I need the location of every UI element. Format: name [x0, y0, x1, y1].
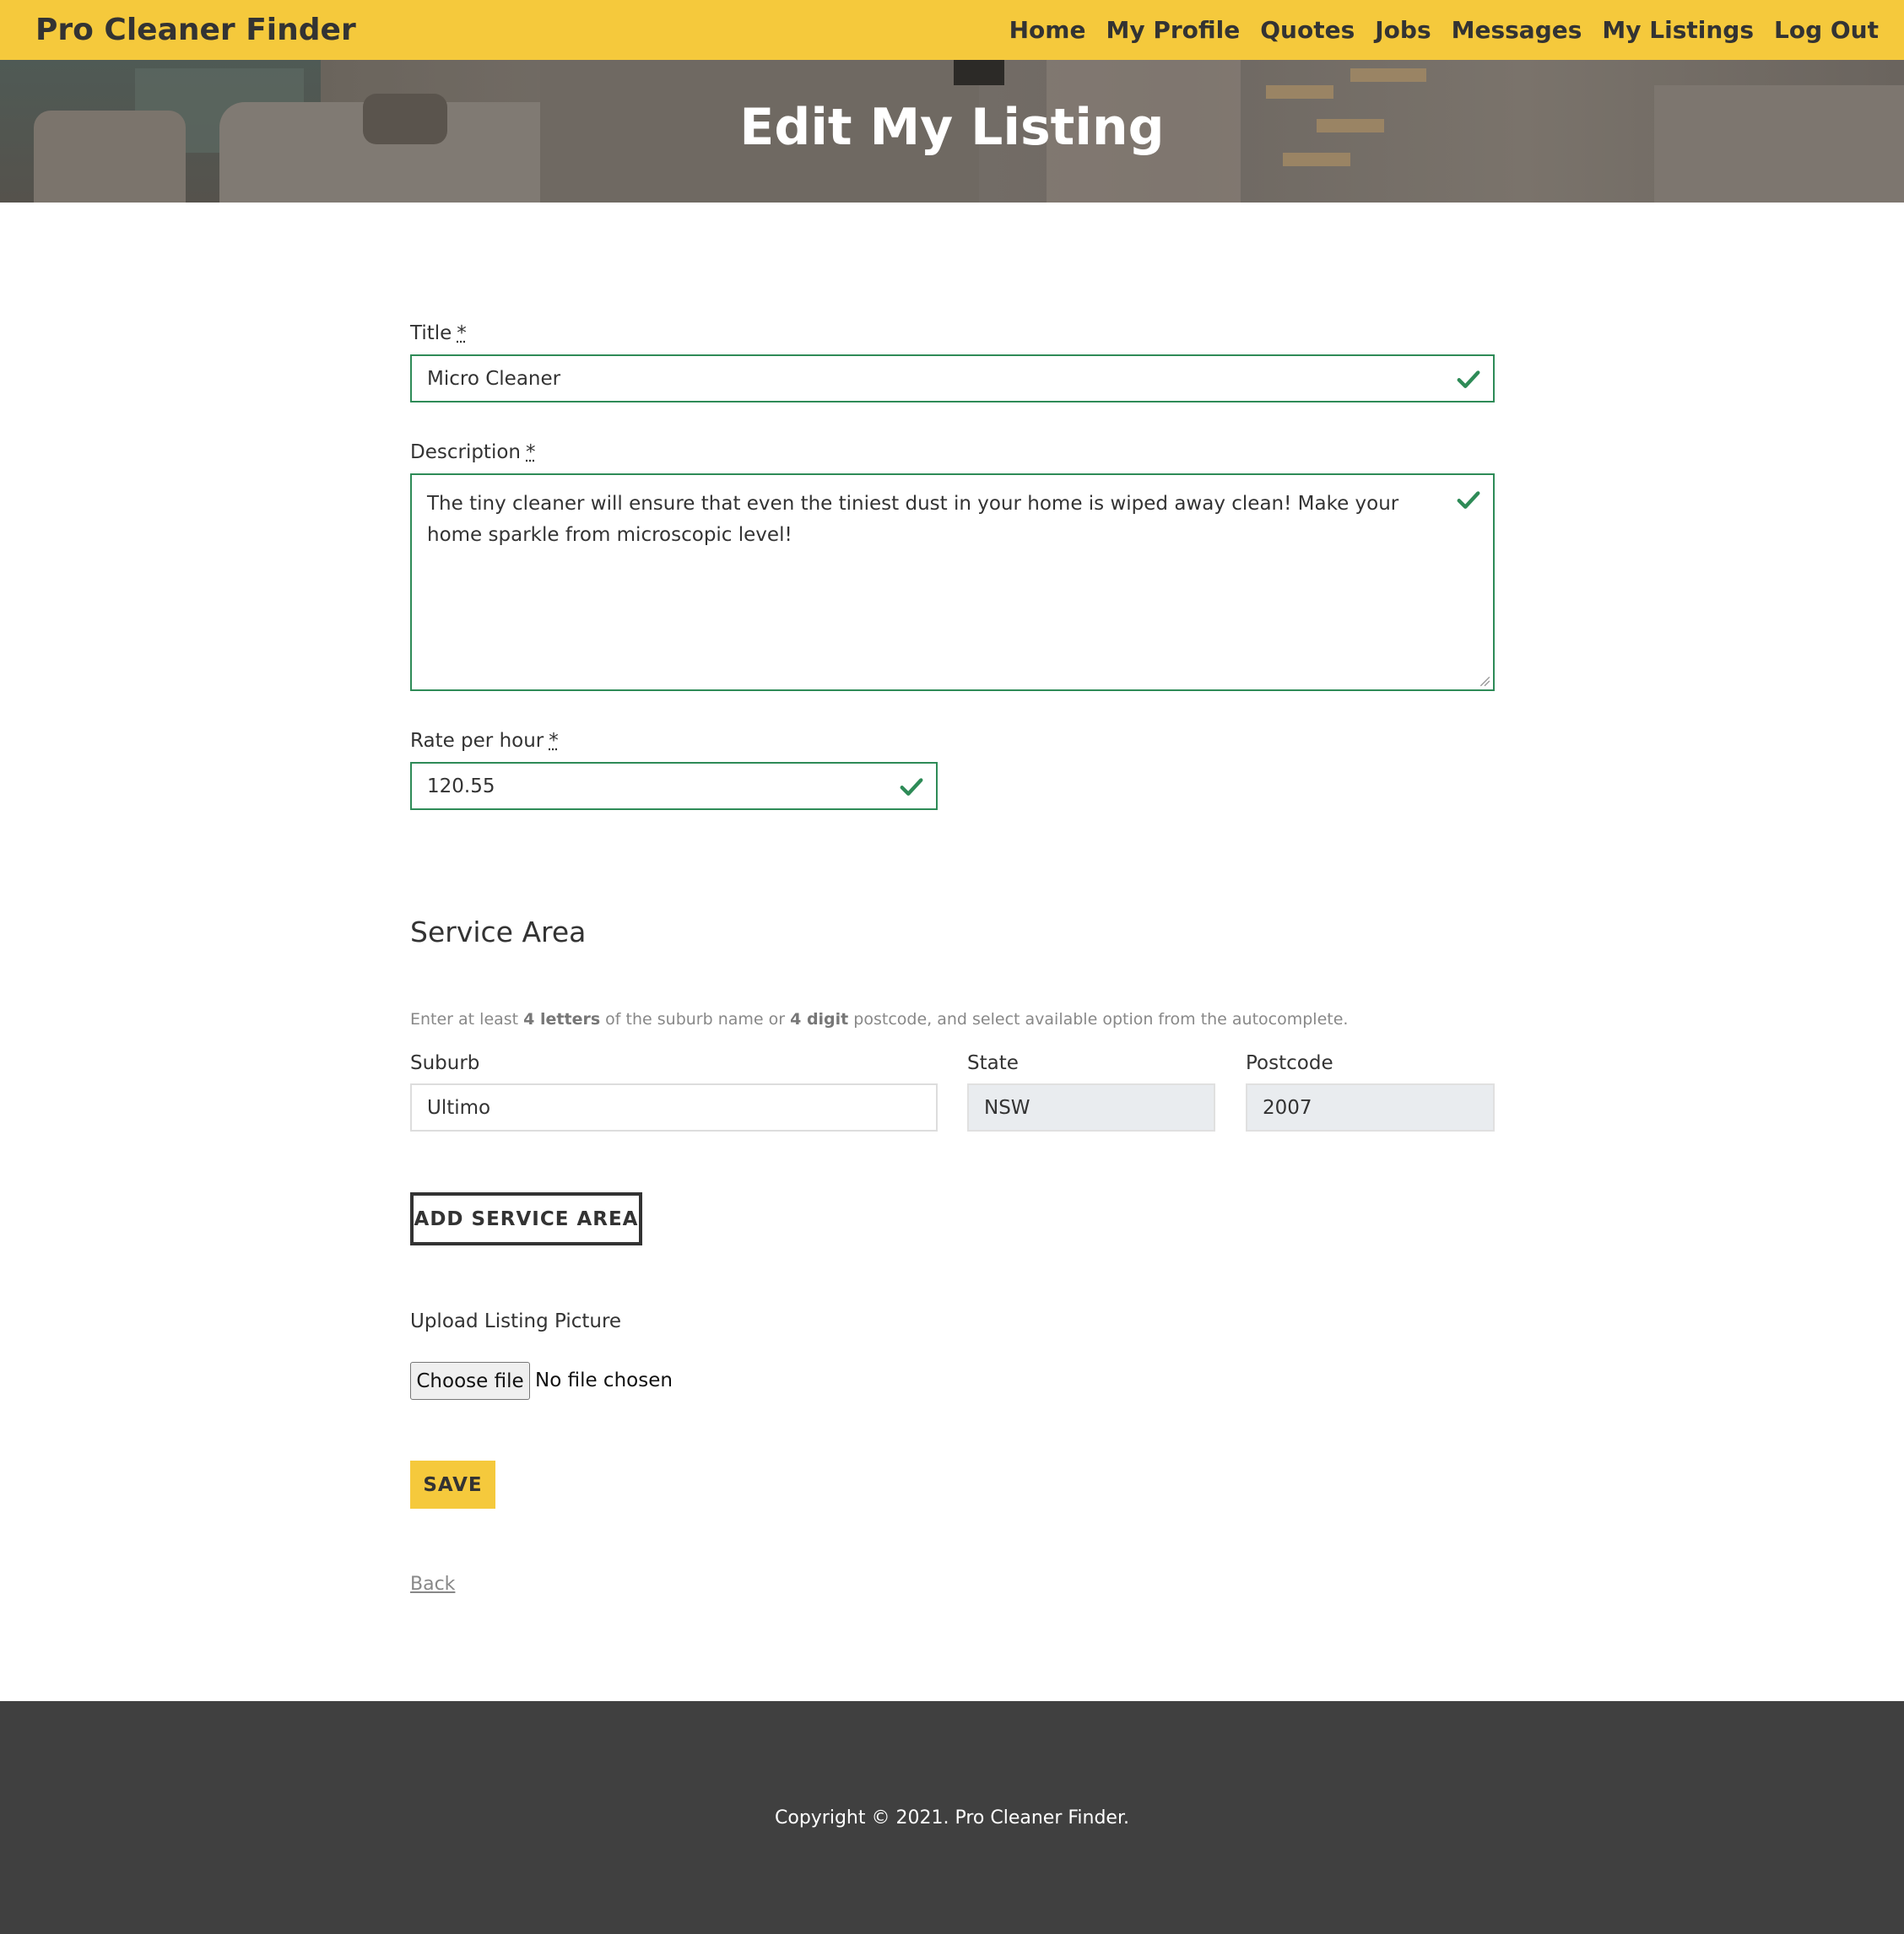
nav-jobs[interactable]: Jobs — [1375, 16, 1431, 44]
description-label: Description * — [410, 441, 536, 463]
hint-text: Enter at least — [410, 1010, 524, 1029]
resize-handle-icon[interactable] — [1479, 675, 1490, 687]
nav-home[interactable]: Home — [1009, 16, 1086, 44]
valid-check-icon — [1457, 491, 1480, 509]
nav-links: Home My Profile Quotes Jobs Messages My … — [1009, 16, 1879, 44]
hero-banner: Edit My Listing — [0, 60, 1904, 203]
title-label: Title * — [410, 322, 467, 344]
suburb-input[interactable]: Ultimo — [410, 1083, 938, 1132]
title-label-text: Title — [410, 322, 452, 344]
state-field: NSW — [967, 1083, 1215, 1132]
save-button[interactable]: SAVE — [410, 1461, 495, 1509]
postcode-label: Postcode — [1246, 1052, 1333, 1074]
upload-label: Upload Listing Picture — [410, 1310, 622, 1332]
rate-input-value: 120.55 — [427, 775, 495, 797]
hint-emphasis: 4 letters — [523, 1010, 601, 1029]
valid-check-icon — [1457, 370, 1480, 388]
description-textarea[interactable]: The tiny cleaner will ensure that even t… — [410, 473, 1495, 691]
service-area-heading: Service Area — [410, 916, 587, 948]
title-input-value: Micro Cleaner — [427, 367, 561, 390]
rate-input[interactable]: 120.55 — [410, 762, 938, 810]
hint-emphasis: 4 digit — [790, 1010, 849, 1029]
postcode-field: 2007 — [1246, 1083, 1495, 1132]
required-marker: * — [457, 322, 467, 344]
page-title: Edit My Listing — [739, 98, 1165, 157]
rate-label: Rate per hour * — [410, 730, 559, 752]
description-textarea-value: The tiny cleaner will ensure that even t… — [427, 493, 1399, 546]
suburb-label: Suburb — [410, 1052, 480, 1074]
back-link[interactable]: Back — [410, 1574, 455, 1595]
state-label: State — [967, 1052, 1019, 1074]
hint-text: postcode, and select available option fr… — [848, 1010, 1349, 1029]
valid-check-icon — [900, 777, 923, 796]
nav-my-listings[interactable]: My Listings — [1602, 16, 1754, 44]
hint-text: of the suburb name or — [600, 1010, 791, 1029]
nav-quotes[interactable]: Quotes — [1260, 16, 1355, 44]
suburb-input-value: Ultimo — [427, 1096, 491, 1119]
brand-logo[interactable]: Pro Cleaner Finder — [35, 13, 356, 47]
service-area-hint: Enter at least 4 letters of the suburb n… — [410, 1010, 1348, 1029]
add-service-area-button[interactable]: ADD SERVICE AREA — [410, 1192, 642, 1245]
postcode-field-value: 2007 — [1263, 1096, 1312, 1119]
file-status-text: No file chosen — [535, 1369, 673, 1391]
state-field-value: NSW — [984, 1096, 1030, 1119]
required-marker: * — [526, 441, 536, 463]
choose-file-button[interactable]: Choose file — [410, 1362, 530, 1400]
rate-label-text: Rate per hour — [410, 730, 544, 752]
description-label-text: Description — [410, 441, 521, 463]
required-marker: * — [549, 730, 559, 752]
copyright-text: Copyright © 2021. Pro Cleaner Finder. — [775, 1807, 1129, 1829]
title-input[interactable]: Micro Cleaner — [410, 354, 1495, 402]
footer: Copyright © 2021. Pro Cleaner Finder. — [0, 1701, 1904, 1934]
navbar: Pro Cleaner Finder Home My Profile Quote… — [0, 0, 1904, 60]
nav-messages[interactable]: Messages — [1452, 16, 1582, 44]
nav-my-profile[interactable]: My Profile — [1106, 16, 1240, 44]
nav-log-out[interactable]: Log Out — [1774, 16, 1879, 44]
